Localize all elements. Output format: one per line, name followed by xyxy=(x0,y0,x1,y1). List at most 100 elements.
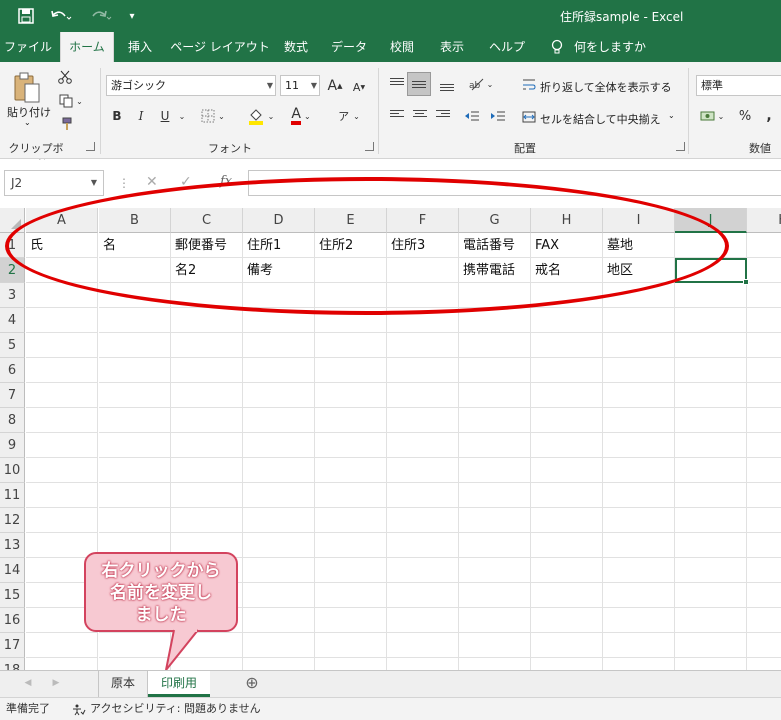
cell-d2[interactable]: 備考 xyxy=(243,258,315,283)
cell-f2[interactable] xyxy=(387,258,459,283)
cell-c1[interactable]: 郵便番号 xyxy=(171,233,243,258)
column-header-e[interactable]: E xyxy=(315,208,387,233)
increase-indent-icon[interactable] xyxy=(488,106,508,126)
cell-b8[interactable] xyxy=(99,408,171,433)
cell-k18[interactable] xyxy=(747,658,781,670)
cell-j15[interactable] xyxy=(675,583,747,608)
row-header-4[interactable]: 4 xyxy=(0,308,25,333)
row-header-8[interactable]: 8 xyxy=(0,408,25,433)
cell-j3[interactable] xyxy=(675,283,747,308)
cell-d3[interactable] xyxy=(243,283,315,308)
cell-i10[interactable] xyxy=(603,458,675,483)
cell-j1[interactable] xyxy=(675,233,747,258)
cell-f17[interactable] xyxy=(387,633,459,658)
cell-g12[interactable] xyxy=(459,508,531,533)
row-header-6[interactable]: 6 xyxy=(0,358,25,383)
cell-c2[interactable]: 名2 xyxy=(171,258,243,283)
cell-b18[interactable] xyxy=(99,658,171,670)
accounting-format-icon[interactable]: ⌄ xyxy=(696,106,728,126)
row-header-1[interactable]: 1 xyxy=(0,233,25,258)
cancel-icon[interactable]: ✕ xyxy=(146,174,158,190)
font-launcher-icon[interactable] xyxy=(365,142,374,151)
select-all-corner[interactable] xyxy=(0,208,25,233)
add-sheet-icon[interactable]: ⊕ xyxy=(240,671,264,697)
cell-a1[interactable]: 氏 xyxy=(26,233,98,258)
cell-i8[interactable] xyxy=(603,408,675,433)
column-header-f[interactable]: F xyxy=(387,208,459,233)
cell-h6[interactable] xyxy=(531,358,603,383)
row-header-16[interactable]: 16 xyxy=(0,608,25,633)
cell-b12[interactable] xyxy=(99,508,171,533)
cell-a11[interactable] xyxy=(26,483,98,508)
cell-j5[interactable] xyxy=(675,333,747,358)
cell-h11[interactable] xyxy=(531,483,603,508)
align-top-icon[interactable] xyxy=(390,76,404,87)
cell-k4[interactable] xyxy=(747,308,781,333)
cell-e13[interactable] xyxy=(315,533,387,558)
cell-f4[interactable] xyxy=(387,308,459,333)
cell-a3[interactable] xyxy=(26,283,98,308)
cell-d1[interactable]: 住所1 xyxy=(243,233,315,258)
tell-me-search[interactable]: 何をしますか xyxy=(574,32,646,62)
cell-c5[interactable] xyxy=(171,333,243,358)
cell-k14[interactable] xyxy=(747,558,781,583)
lightbulb-icon[interactable] xyxy=(548,32,566,62)
cell-h7[interactable] xyxy=(531,383,603,408)
align-right-icon[interactable] xyxy=(436,108,450,119)
cell-g5[interactable] xyxy=(459,333,531,358)
bold-button[interactable]: B xyxy=(108,106,126,126)
cell-k2[interactable] xyxy=(747,258,781,283)
underline-button[interactable]: U xyxy=(156,106,174,126)
cell-j12[interactable] xyxy=(675,508,747,533)
cell-e5[interactable] xyxy=(315,333,387,358)
cell-i16[interactable] xyxy=(603,608,675,633)
row-header-10[interactable]: 10 xyxy=(0,458,25,483)
cell-f11[interactable] xyxy=(387,483,459,508)
cell-j9[interactable] xyxy=(675,433,747,458)
alignment-launcher-icon[interactable] xyxy=(676,142,685,151)
cell-i18[interactable] xyxy=(603,658,675,670)
align-left-icon[interactable] xyxy=(390,108,404,119)
borders-icon[interactable]: ⌄ xyxy=(198,106,228,126)
cell-k8[interactable] xyxy=(747,408,781,433)
cell-d5[interactable] xyxy=(243,333,315,358)
fill-handle[interactable] xyxy=(743,279,749,285)
cell-e12[interactable] xyxy=(315,508,387,533)
row-header-3[interactable]: 3 xyxy=(0,283,25,308)
merge-center-icon[interactable] xyxy=(520,108,538,126)
cell-k1[interactable] xyxy=(747,233,781,258)
orientation-icon[interactable]: ab ⌄ xyxy=(466,74,496,94)
tab-data[interactable]: データ xyxy=(326,32,372,62)
cell-h12[interactable] xyxy=(531,508,603,533)
cell-h1[interactable]: FAX xyxy=(531,233,603,258)
undo-icon[interactable] xyxy=(46,6,76,26)
decrease-font-icon[interactable]: A ▼ xyxy=(350,78,368,96)
font-color-icon[interactable]: A ⌄ xyxy=(286,106,316,126)
cell-h16[interactable] xyxy=(531,608,603,633)
cell-d4[interactable] xyxy=(243,308,315,333)
cell-g15[interactable] xyxy=(459,583,531,608)
cell-e18[interactable] xyxy=(315,658,387,670)
cell-a7[interactable] xyxy=(26,383,98,408)
phonetic-icon[interactable]: ア ⌄ xyxy=(334,106,364,126)
cell-h3[interactable] xyxy=(531,283,603,308)
cell-h5[interactable] xyxy=(531,333,603,358)
cell-f3[interactable] xyxy=(387,283,459,308)
cell-g7[interactable] xyxy=(459,383,531,408)
increase-font-icon[interactable]: A ▲ xyxy=(326,76,344,96)
paste-icon[interactable] xyxy=(10,70,44,106)
row-header-14[interactable]: 14 xyxy=(0,558,25,583)
cell-d17[interactable] xyxy=(243,633,315,658)
fill-color-icon[interactable]: ⌄ xyxy=(246,106,276,126)
row-header-17[interactable]: 17 xyxy=(0,633,25,658)
cell-g6[interactable] xyxy=(459,358,531,383)
cell-a18[interactable] xyxy=(26,658,98,670)
cell-j14[interactable] xyxy=(675,558,747,583)
cell-f14[interactable] xyxy=(387,558,459,583)
cell-b1[interactable]: 名 xyxy=(99,233,171,258)
cut-icon[interactable] xyxy=(56,68,74,86)
cell-k3[interactable] xyxy=(747,283,781,308)
cell-c12[interactable] xyxy=(171,508,243,533)
tab-insert[interactable]: 挿入 xyxy=(120,32,160,62)
cell-a2[interactable] xyxy=(26,258,98,283)
